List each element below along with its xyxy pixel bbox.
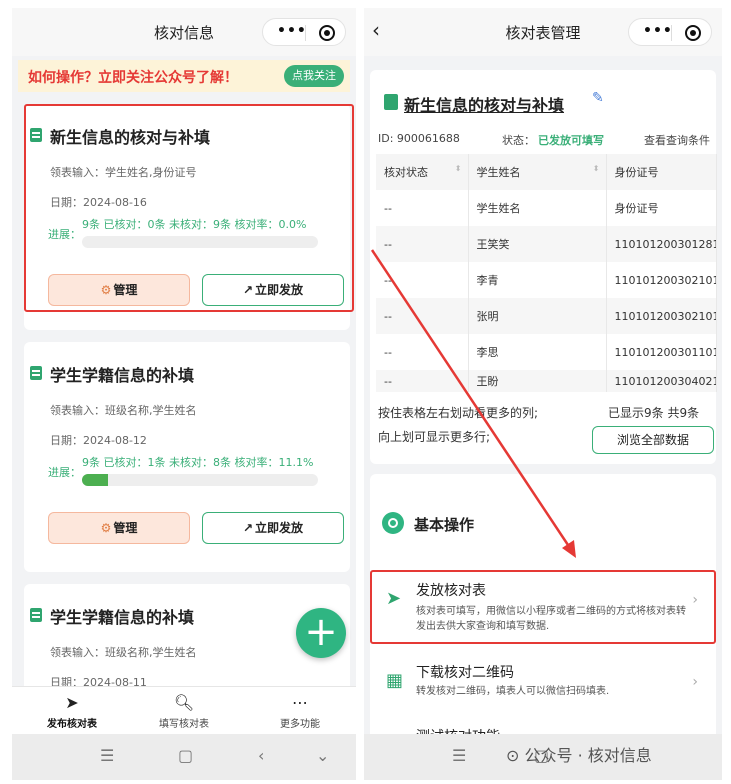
watermark: ⊙ 公众号 · 核对信息 [506,742,652,766]
wechat-icon: ⊙ [506,746,525,765]
watermark-text: 公众号 · 核对信息 [524,746,652,765]
annotation-arrow [370,249,576,558]
arrow-head [562,540,576,558]
arrow-line [370,249,572,549]
